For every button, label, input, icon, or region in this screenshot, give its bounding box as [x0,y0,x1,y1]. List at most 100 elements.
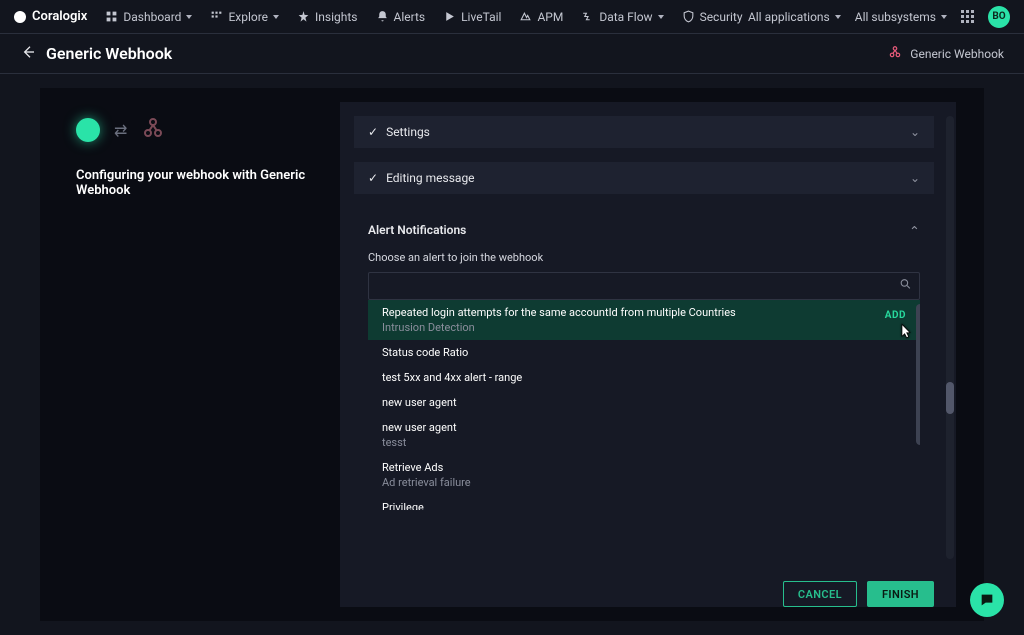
main-card: ⇄ Configuring your webhook with Generic … [40,88,984,621]
chevron-down-icon [941,15,947,19]
alert-item-subtitle: Intrusion Detection [382,321,906,334]
section-subtitle: Choose an alert to join the webhook [368,251,920,264]
webhook-flow-icons: ⇄ [76,116,320,144]
selector-label: All subsystems [855,10,936,24]
nav-insights[interactable]: Insights [297,10,357,24]
brand-logo-icon [14,11,26,23]
alert-notifications-header[interactable]: Alert Notifications ⌄ [368,222,920,237]
brand-name: Coralogix [32,9,87,24]
alert-item-title: Retrieve Ads [382,461,906,474]
chevron-down-icon: ⌄ [910,171,920,185]
right-pane: ✓ Settings ⌄ ✓ Editing message ⌄ Alert N… [340,102,956,607]
selector-label: All applications [748,10,830,24]
alert-item-title: Privilege [382,501,906,510]
alert-item-title: new user agent [382,421,906,434]
cancel-button[interactable]: CANCEL [783,581,857,607]
finish-button[interactable]: FINISH [867,581,934,607]
alert-item-title: test 5xx and 4xx alert - range [382,371,906,384]
alert-item-title: Status code Ratio [382,346,906,359]
user-avatar[interactable]: BO [988,6,1010,28]
alert-list-item[interactable]: Retrieve Ads Ad retrieval failure [368,455,920,495]
alert-list-scrollbar[interactable] [916,304,920,506]
chevron-down-icon [186,15,192,19]
breadcrumb: Generic Webhook [888,45,1004,62]
brand-logo[interactable]: Coralogix [14,9,87,24]
alert-list-item[interactable]: Repeated login attempts for the same acc… [368,300,920,340]
chevron-down-icon: ⌄ [910,125,920,139]
accordion-editing-message[interactable]: ✓ Editing message ⌄ [354,162,934,194]
nav-livetail[interactable]: LiveTail [443,10,501,24]
explore-icon [210,10,223,23]
dataflow-icon [581,10,594,23]
nav-label: Explore [228,10,268,24]
section-title: Alert Notifications [368,223,466,237]
page-title: Generic Webhook [46,44,172,63]
nav-dataflow[interactable]: Data Flow [581,10,663,24]
destination-webhook-icon [141,116,165,144]
support-chat-button[interactable] [970,583,1004,617]
bell-icon [376,10,389,23]
accordion-label: Editing message [386,171,474,185]
left-pane: ⇄ Configuring your webhook with Generic … [40,88,340,621]
nav-apm[interactable]: APM [519,10,563,24]
left-pane-title: Configuring your webhook with Generic We… [76,168,320,198]
alert-notifications-section: Alert Notifications ⌄ Choose an alert to… [354,208,934,524]
nav-label: Insights [315,10,357,24]
webhook-icon [888,45,902,62]
nav-label: APM [537,10,563,24]
alert-item-title: new user agent [382,396,906,409]
nav-label: Security [700,10,743,24]
swap-arrows-icon: ⇄ [114,121,127,140]
nav-label: LiveTail [461,10,501,24]
chevron-up-icon: ⌄ [909,222,920,237]
accordion-label: Settings [386,125,430,139]
panel-scrollbar[interactable] [946,116,954,559]
alert-list-item[interactable]: PrivilegeGiving privilege in AWS [368,495,920,510]
right-pane-inner: ✓ Settings ⌄ ✓ Editing message ⌄ Alert N… [340,102,956,573]
source-indicator-icon [76,118,100,142]
nav-explore[interactable]: Explore [210,10,279,24]
apps-menu-icon[interactable] [961,10,974,23]
alert-list-item[interactable]: Status code Ratio [368,340,920,365]
alert-item-subtitle: Ad retrieval failure [382,476,906,489]
alert-search-box [368,272,920,300]
alert-search-input[interactable] [368,272,920,300]
add-alert-button[interactable]: ADD [885,310,906,321]
chat-icon [979,592,995,608]
main-wrapper: ⇄ Configuring your webhook with Generic … [0,74,1024,635]
nav-label: Data Flow [599,10,652,24]
chevron-down-icon [273,15,279,19]
nav-label: Alerts [394,10,426,24]
check-icon: ✓ [368,125,378,139]
check-icon: ✓ [368,171,378,185]
top-nav-right: All applications All subsystems BO [748,6,1010,28]
insights-icon [297,10,310,23]
nav-alerts[interactable]: Alerts [376,10,426,24]
alert-list-item[interactable]: test 5xx and 4xx alert - range [368,365,920,390]
alert-list-item[interactable]: new user agent [368,390,920,415]
nav-label: Dashboard [123,10,181,24]
chevron-down-icon [658,15,664,19]
alert-item-title: Repeated login attempts for the same acc… [382,306,906,319]
shield-icon [682,10,695,23]
top-nav: Coralogix Dashboard Explore Insights Ale… [0,0,1024,34]
scrollbar-thumb[interactable] [946,382,954,414]
subsystems-selector[interactable]: All subsystems [855,10,947,24]
dashboard-icon [105,10,118,23]
alert-list: Repeated login attempts for the same acc… [368,300,920,510]
nav-dashboard[interactable]: Dashboard [105,10,192,24]
play-icon [443,10,456,23]
chevron-down-icon [835,15,841,19]
nav-security[interactable]: Security [682,10,743,24]
applications-selector[interactable]: All applications [748,10,841,24]
nav-items: Dashboard Explore Insights Alerts LiveTa… [105,10,742,24]
apm-icon [519,10,532,23]
accordion-settings[interactable]: ✓ Settings ⌄ [354,116,934,148]
footer-actions: CANCEL FINISH [340,573,956,607]
scrollbar-thumb[interactable] [916,304,920,445]
sub-header: Generic Webhook Generic Webhook [0,34,1024,74]
back-arrow-icon[interactable] [20,44,36,64]
alert-list-item[interactable]: new user agent tesst [368,415,920,455]
breadcrumb-label: Generic Webhook [910,47,1004,61]
alert-item-subtitle: tesst [382,436,906,449]
